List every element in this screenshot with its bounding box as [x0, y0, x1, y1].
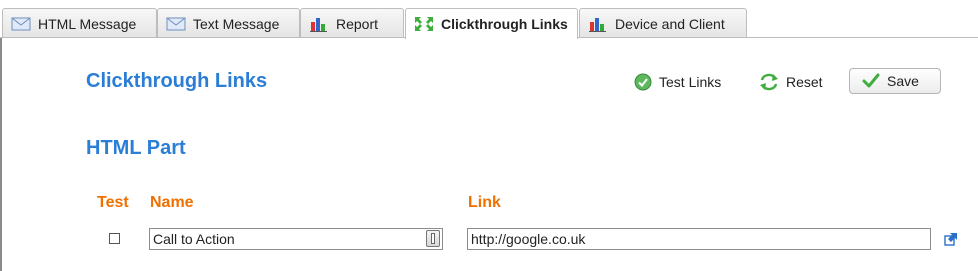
- external-link-icon[interactable]: [944, 232, 958, 246]
- envelope-icon: [166, 16, 186, 32]
- tab-label: HTML Message: [38, 15, 137, 32]
- expand-arrows-icon: [414, 16, 434, 32]
- test-links-button[interactable]: Test Links: [634, 70, 721, 94]
- save-label: Save: [887, 73, 919, 89]
- reset-button[interactable]: Reset: [759, 70, 823, 94]
- tab-clickthrough-links[interactable]: Clickthrough Links: [405, 8, 578, 39]
- test-links-label: Test Links: [659, 74, 722, 90]
- tab-label: Text Message: [193, 15, 280, 32]
- tab-device-and-client[interactable]: Device and Client: [579, 8, 747, 38]
- tab-text-message[interactable]: Text Message: [157, 8, 300, 38]
- section-title: HTML Part: [86, 137, 186, 159]
- column-header-link: Link: [468, 194, 501, 211]
- tab-label: Clickthrough Links: [441, 16, 568, 32]
- refresh-icon: [760, 73, 778, 91]
- panel-border: [0, 37, 2, 271]
- test-checkbox[interactable]: [109, 233, 120, 244]
- tab-label: Device and Client: [615, 15, 725, 32]
- page-title: Clickthrough Links: [86, 70, 268, 92]
- tab-report[interactable]: Report: [300, 8, 404, 38]
- tab-label: Report: [336, 15, 379, 32]
- reset-label: Reset: [786, 74, 823, 90]
- check-circle-icon: [634, 73, 652, 91]
- bar-chart-icon: [309, 16, 329, 32]
- bar-chart-icon: [588, 16, 608, 32]
- link-input[interactable]: [467, 228, 931, 250]
- column-header-name: Name: [150, 194, 194, 211]
- tab-bar: HTML Message Text Message Report Clickth…: [0, 0, 978, 39]
- tab-html-message[interactable]: HTML Message: [2, 8, 157, 38]
- checkmark-icon: [862, 73, 880, 88]
- column-header-test: Test: [97, 194, 129, 211]
- name-input[interactable]: [149, 228, 443, 250]
- field-stepper-icon[interactable]: [426, 230, 440, 247]
- save-button[interactable]: Save: [849, 68, 941, 94]
- envelope-icon: [11, 16, 31, 32]
